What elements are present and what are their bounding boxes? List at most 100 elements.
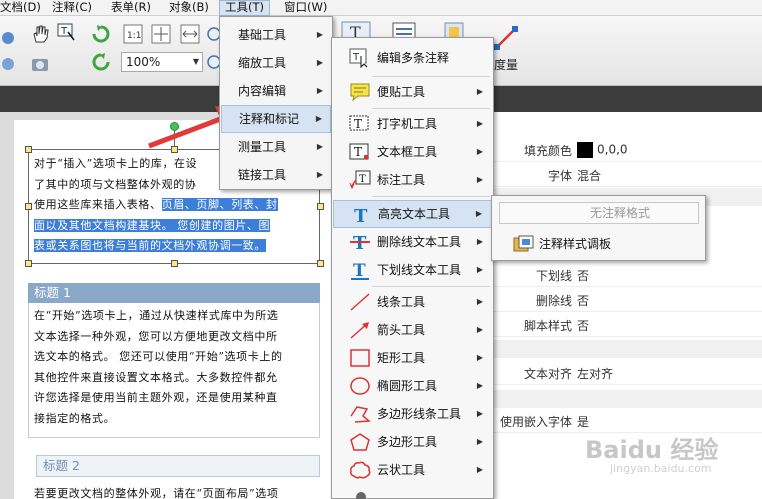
chevron-right-icon: ▶ [476,265,483,274]
menu-item-basic-tools[interactable]: 基础工具 ▶ [221,21,331,49]
menu-item-typewriter[interactable]: T 打字机工具 ▶ [333,110,492,138]
menu-item-textbox[interactable]: T 文本框工具 ▶ [333,138,492,166]
forward-icon[interactable] [2,54,22,74]
text-line: 许您选择是使用当前主题外观，还是使用某种直 [34,391,278,404]
chevron-right-icon: ▶ [476,325,483,334]
watermark-brand: Baidu 经验 [585,436,719,464]
selected-text: 页眉、页脚、列表、封 [161,198,278,211]
chevron-right-icon: ▶ [476,465,483,474]
menu-separator [372,76,490,77]
menu-object[interactable]: 对象(B) [169,0,209,16]
menu-item-label: 线条工具 [377,295,426,309]
edit-multiple-icon: T [349,48,368,68]
rectangle-icon [350,349,370,367]
prop-fill-color[interactable]: 填充颜色 0,0,0 [480,137,762,162]
menu-item-measure-tools[interactable]: 测量工具 ▶ [221,133,331,161]
menu-item-highlight-text[interactable]: T 高亮文本工具 ▶ [333,200,492,228]
select-text-icon[interactable]: T [56,22,76,42]
resize-handle[interactable] [317,260,324,267]
prop-text-align[interactable]: 文本对齐 左对齐 [480,360,762,385]
menu-item-content-edit[interactable]: 内容编辑 ▶ [221,77,331,105]
callout-icon: T [349,170,371,190]
prop-value: 左对齐 [577,367,614,381]
menu-item-strikethrough-text[interactable]: T 删除线文本工具 ▶ [333,228,492,256]
chevron-right-icon: ▶ [475,209,482,218]
menu-item-label: 箭头工具 [377,323,426,337]
tools-menu: 基础工具 ▶ 缩放工具 ▶ 内容编辑 ▶ 注释和标记 ▶ 测量工具 ▶ 链接工具 ▶ [219,16,333,190]
chevron-right-icon: ▶ [476,297,483,306]
text-line: 在“开始”选项卡上，通过从快速样式库中为所选 [34,309,279,322]
strikethrough-text-icon: T [350,233,370,252]
cloud-icon [350,461,371,479]
chevron-right-icon: ▶ [316,170,323,179]
text-line: 面以及其他文档构建基块。 您创建的图片、图 [34,216,271,237]
prop-value: 混合 [577,169,602,183]
measure-label[interactable]: 度量 [494,56,518,73]
hand-icon[interactable] [30,24,50,44]
rotate-left-icon[interactable] [91,24,111,44]
prop-section [480,340,762,358]
highlight-text-icon: T [354,206,368,225]
menu-item-label: 标注工具 [377,173,426,187]
zoom-input[interactable]: 100% ▼ [121,52,203,72]
menu-tools[interactable]: 工具(T) [219,0,270,16]
menu-item-callout[interactable]: T 标注工具 ▶ [333,166,492,194]
chevron-down-icon[interactable]: ▼ [193,53,199,71]
prop-script-style[interactable]: 脚本样式 否 [480,312,762,337]
menu-document[interactable]: 文档(D) [0,0,41,16]
rotate-right-icon[interactable] [91,52,111,72]
menu-item-label: 测量工具 [238,140,287,154]
menu-item-edit-multiple[interactable]: T 编辑多条注释 [333,44,492,72]
text-line: 使用这些库来插入表格、页眉、页脚、列表、封 [34,195,278,216]
menu-item-arrow[interactable]: 箭头工具 ▶ [333,316,492,344]
menu-item-sticky-note[interactable]: 便贴工具 ▶ [333,78,492,106]
menu-item-label: 打字机工具 [377,117,438,131]
text-line: 其他控件来直接设置文本格式。大多数控件都允 [34,370,278,384]
chevron-right-icon: ▶ [476,237,483,246]
menu-separator [372,196,490,197]
menu-form[interactable]: 表单(R) [111,0,151,16]
svg-text:T: T [60,26,68,37]
watermark-url: jingyan.baidu.com [610,462,712,475]
text-line: 接指定的格式。 [34,411,116,425]
resize-handle[interactable] [317,203,324,210]
prop-font[interactable]: 字体 混合 [480,162,762,187]
menu-comment[interactable]: 注释(C) [52,0,92,16]
prop-strikethrough[interactable]: 删除线 否 [480,287,762,312]
menu-item-underline-text[interactable]: T 下划线文本工具 ▶ [333,256,492,284]
menu-item-rectangle[interactable]: 矩形工具 ▶ [333,344,492,372]
menu-item-label: 多边形工具 [377,435,438,449]
measure-tool-icon[interactable] [492,24,520,52]
menu-item-style-palette[interactable]: 注释样式调板 [493,231,704,257]
fit-page-icon[interactable] [151,24,171,44]
menu-item-ellipse[interactable]: 椭圆形工具 ▶ [333,372,492,400]
menu-item-polyline[interactable]: 多边形线条工具 ▶ [333,400,492,428]
menu-item-polygon[interactable]: 多边形工具 ▶ [333,428,492,456]
zoom-value: 100% [126,55,161,69]
menu-item-comment-markup[interactable]: 注释和标记 ▶ [221,105,331,133]
resize-handle[interactable] [25,146,32,153]
resize-handle[interactable] [25,260,32,267]
chevron-right-icon: ▶ [476,147,483,156]
menu-item-cloud[interactable]: 云状工具 ▶ [333,456,492,484]
menu-item-label: 删除线文本工具 [377,235,462,249]
menu-item-label: 链接工具 [238,168,287,182]
resize-handle[interactable] [25,203,32,210]
menu-item-zoom-tools[interactable]: 缩放工具 ▶ [221,49,331,77]
fit-width-icon[interactable] [180,24,200,44]
highlight-style-submenu: 无注释格式 注释样式调板 [491,195,706,261]
style-palette-icon [513,235,534,252]
actual-size-icon[interactable]: 1:1 [123,24,143,44]
back-icon[interactable] [2,28,22,48]
menu-item-link-tools[interactable]: 链接工具 ▶ [221,161,331,189]
menu-window[interactable]: 窗口(W) [284,0,327,16]
menu-item-label: 高亮文本工具 [378,207,451,221]
resize-handle[interactable] [171,260,178,267]
prop-key: 字体 [547,169,572,183]
menu-item-line[interactable]: 线条工具 ▶ [333,288,492,316]
prop-key: 脚本样式 [523,319,572,333]
menubar: 文档(D) 注释(C) 表单(R) 对象(B) 工具(T) 窗口(W) [0,0,762,16]
snapshot-icon[interactable] [30,54,50,74]
chevron-right-icon: ▶ [315,114,322,123]
prop-underline[interactable]: 下划线 否 [480,262,762,287]
